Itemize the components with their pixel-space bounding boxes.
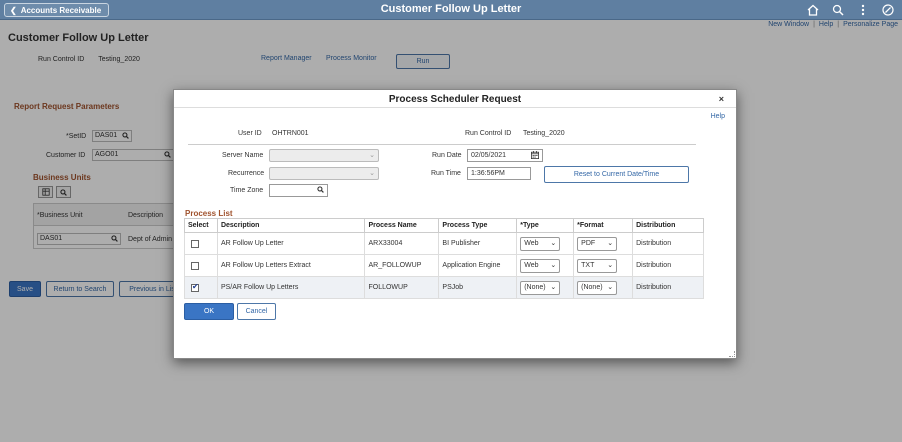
distribution-link[interactable]: Distribution (632, 276, 704, 299)
time-zone-field[interactable] (269, 184, 328, 197)
process-type-column-header: Process Type (438, 218, 518, 233)
chevron-down-icon: ⌄ (607, 283, 614, 291)
process-type: Application Engine (438, 254, 518, 277)
run-date-value: 02/05/2021 (471, 152, 507, 159)
table-row: PS/AR Follow Up Letters FOLLOWUP PSJob (… (184, 276, 704, 299)
select-column-header: Select (184, 218, 218, 233)
select-checkbox[interactable] (191, 239, 199, 248)
type-value: Web (524, 261, 539, 269)
format-select[interactable]: (None) ⌄ (577, 280, 618, 295)
user-id-value: OHTRN001 (272, 130, 309, 137)
table-row: AR Follow Up Letters Extract AR_FOLLOWUP… (184, 254, 704, 277)
process-type: PSJob (438, 276, 518, 299)
process-scheduler-dialog: Process Scheduler Request × Help User ID… (173, 89, 737, 359)
process-name: ARX33004 (364, 232, 440, 255)
cancel-button[interactable]: Cancel (237, 303, 276, 320)
type-select[interactable]: Web ⌄ (520, 258, 561, 273)
table-row: AR Follow Up Letter ARX33004 BI Publishe… (184, 232, 704, 255)
process-description: AR Follow Up Letters Extract (216, 254, 366, 277)
close-icon[interactable]: × (719, 94, 724, 104)
process-list-heading: Process List (185, 209, 233, 218)
chevron-down-icon: ⌄ (550, 239, 557, 247)
dialog-help-link[interactable]: Help (711, 113, 725, 120)
type-select[interactable]: Web ⌄ (520, 236, 561, 251)
run-control-id-label: Run Control ID (465, 130, 512, 137)
select-checkbox[interactable] (191, 261, 199, 270)
run-time-value: 1:36:56PM (471, 170, 505, 177)
process-description: AR Follow Up Letter (216, 232, 366, 255)
banner-title: Customer Follow Up Letter (380, 3, 522, 15)
navbar-icon[interactable] (881, 3, 894, 16)
top-banner: ❮ Accounts Receivable Customer Follow Up… (0, 0, 902, 20)
format-value: TXT (581, 261, 595, 269)
description-column-header: Description (216, 218, 366, 233)
reset-to-current-datetime-button[interactable]: Reset to Current Date/Time (544, 166, 689, 183)
format-column-header: *Format (573, 218, 634, 233)
resize-handle[interactable] (729, 351, 735, 357)
format-select[interactable]: PDF ⌄ (577, 236, 618, 251)
process-type: BI Publisher (438, 232, 518, 255)
run-date-label: Run Date (432, 152, 462, 159)
chevron-down-icon: ⌄ (369, 170, 375, 177)
type-select[interactable]: (None) ⌄ (520, 280, 561, 295)
process-name: FOLLOWUP (364, 276, 440, 299)
recurrence-select[interactable]: ⌄ (269, 167, 379, 180)
more-icon[interactable] (856, 3, 869, 16)
dialog-title: Process Scheduler Request (388, 94, 522, 105)
format-select[interactable]: TXT ⌄ (577, 258, 618, 273)
run-time-field[interactable]: 1:36:56PM (467, 167, 531, 180)
process-name-column-header: Process Name (364, 218, 440, 233)
time-zone-label: Time Zone (230, 187, 264, 194)
recurrence-label: Recurrence (228, 170, 265, 177)
search-icon[interactable] (831, 3, 844, 16)
chevron-down-icon: ⌄ (550, 261, 557, 269)
user-id-label: User ID (238, 130, 262, 137)
chevron-down-icon: ⌄ (369, 152, 375, 159)
run-time-label: Run Time (431, 170, 461, 177)
home-icon[interactable] (806, 3, 819, 16)
chevron-down-icon: ⌄ (550, 283, 557, 291)
calendar-icon[interactable] (531, 151, 539, 163)
header-divider (188, 144, 696, 145)
server-name-label: Server Name (222, 152, 264, 159)
format-value: (None) (581, 283, 603, 291)
process-name: AR_FOLLOWUP (364, 254, 440, 277)
distribution-link[interactable]: Distribution (632, 232, 704, 255)
distribution-link[interactable]: Distribution (632, 254, 704, 277)
chevron-down-icon: ⌄ (607, 261, 614, 269)
ok-button[interactable]: OK (184, 303, 234, 320)
search-icon[interactable] (317, 186, 324, 197)
chevron-down-icon: ⌄ (607, 239, 614, 247)
process-description[interactable]: PS/AR Follow Up Letters (216, 276, 366, 299)
run-control-id-value: Testing_2020 (523, 130, 565, 137)
type-value: Web (524, 239, 539, 247)
select-checkbox[interactable] (191, 282, 199, 292)
format-value: PDF (581, 239, 596, 247)
type-column-header: *Type (516, 218, 575, 233)
process-list-table: Select Description Process Name Process … (184, 218, 704, 299)
run-date-field[interactable]: 02/05/2021 (467, 149, 543, 162)
distribution-column-header: Distribution (632, 218, 704, 233)
type-value: (None) (524, 283, 546, 291)
server-name-select[interactable]: ⌄ (269, 149, 379, 162)
